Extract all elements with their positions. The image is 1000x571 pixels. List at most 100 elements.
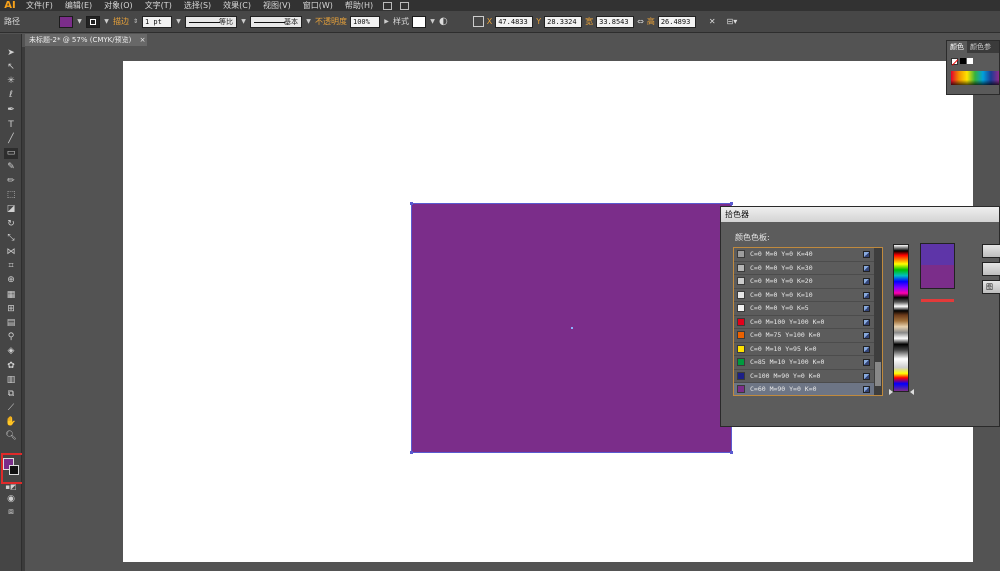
selection-tool-icon[interactable]: ➤ (4, 48, 18, 59)
y-field[interactable]: 28.3324 (544, 15, 583, 28)
eyedropper-tool-icon[interactable]: ⚲ (4, 332, 18, 343)
menu-help[interactable]: 帮助(H) (339, 0, 379, 11)
tab-color-guide[interactable]: 颜色参 (967, 41, 994, 53)
scrollbar-thumb[interactable] (875, 362, 881, 386)
swatch-row[interactable]: C=85 M=10 Y=100 K=0 (734, 356, 882, 370)
paintbrush-tool-icon[interactable]: ✎ (4, 162, 18, 173)
hand-tool-icon[interactable]: ✋ (4, 417, 18, 428)
chevron-down-icon[interactable]: ▼ (103, 18, 110, 25)
width-field[interactable]: 33.8543 (596, 15, 635, 28)
brush-select[interactable]: 基本 (250, 15, 302, 28)
rotate-tool-icon[interactable]: ↻ (4, 219, 18, 230)
menu-effect[interactable]: 效果(C) (217, 0, 257, 11)
stroke-swatch[interactable] (9, 465, 19, 475)
zoom-tool-icon[interactable]: 🔍︎ (4, 431, 18, 442)
eraser-tool-icon[interactable]: ◪ (4, 204, 18, 215)
dialog-title[interactable]: 拾色器 (721, 207, 999, 222)
color-mode-icon[interactable]: ▪◩ (4, 482, 18, 493)
transform-icon[interactable]: ✕ (709, 17, 716, 26)
height-field[interactable]: 26.4893 (657, 15, 696, 28)
menu-file[interactable]: 文件(F) (20, 0, 59, 11)
slice-tool-icon[interactable]: ⟋ (4, 403, 18, 414)
magic-wand-tool-icon[interactable]: ✳ (4, 76, 18, 87)
spectrum-marker-right[interactable] (910, 389, 914, 395)
width-tool-icon[interactable]: ⋈ (4, 247, 18, 258)
stroke-weight-field[interactable]: 1 pt (142, 15, 172, 28)
gradient-tool-icon[interactable]: ▤ (4, 318, 18, 329)
opacity-field[interactable]: 100% (350, 15, 380, 28)
swatch-row[interactable]: C=0 M=0 Y=0 K=20 (734, 275, 882, 289)
link-icon[interactable]: ⇔ (637, 17, 644, 26)
arrange-documents-icon[interactable] (400, 1, 410, 10)
swatch-list-scrollbar[interactable] (874, 248, 882, 395)
cancel-button[interactable] (982, 262, 1000, 276)
drawing-mode-icon[interactable]: ◉ (4, 494, 18, 505)
reference-point-icon[interactable] (472, 16, 484, 27)
none-swatch[interactable] (951, 58, 958, 65)
menu-object[interactable]: 对象(O) (98, 0, 139, 11)
bridge-icon[interactable] (383, 1, 393, 10)
chevron-down-icon[interactable]: ▼ (240, 18, 247, 25)
free-transform-tool-icon[interactable]: ⌗ (4, 261, 18, 272)
recolor-icon[interactable]: ◐ (439, 16, 448, 27)
perspective-grid-tool-icon[interactable]: ▦ (4, 290, 18, 301)
chevron-down-icon[interactable]: ▼ (429, 18, 436, 25)
spectrum-marker-left[interactable] (889, 389, 893, 395)
blob-brush-tool-icon[interactable]: ⬚ (4, 190, 18, 201)
chevron-down-icon[interactable]: ▶ (383, 18, 390, 25)
align-menu-icon[interactable]: ⊟▾ (727, 17, 738, 26)
pencil-tool-icon[interactable]: ✏ (4, 176, 18, 187)
white-swatch[interactable] (967, 58, 973, 64)
chevron-down-icon[interactable]: ▼ (175, 18, 182, 25)
blend-tool-icon[interactable]: ◈ (4, 346, 18, 357)
line-tool-icon[interactable]: ╱ (4, 134, 18, 145)
mesh-tool-icon[interactable]: ⊞ (4, 304, 18, 315)
stroke-profile-select[interactable]: 等比 (185, 15, 237, 28)
direct-selection-tool-icon[interactable]: ↖ (4, 62, 18, 73)
artboard-tool-icon[interactable]: ⧉ (4, 389, 18, 400)
swatch-row[interactable]: C=100 M=90 Y=0 K=0 (734, 370, 882, 383)
fill-color-swatch[interactable] (59, 15, 73, 28)
menu-select[interactable]: 选择(S) (178, 0, 217, 11)
shape-builder-tool-icon[interactable]: ⊕ (4, 275, 18, 286)
stroke-color-swatch[interactable] (86, 15, 100, 28)
tab-color[interactable]: 颜色 (947, 41, 967, 53)
chevron-down-icon[interactable]: ▼ (305, 18, 312, 25)
selected-rectangle[interactable] (410, 202, 733, 454)
swatch-row[interactable]: C=0 M=0 Y=0 K=10 (734, 289, 882, 302)
width-label[interactable]: 宽 (585, 16, 593, 27)
ok-button[interactable] (982, 244, 1000, 258)
menu-edit[interactable]: 编辑(E) (59, 0, 98, 11)
menu-view[interactable]: 视图(V) (257, 0, 297, 11)
color-swatches-button[interactable]: 图 (982, 280, 1000, 294)
swatch-row[interactable]: C=0 M=75 Y=100 K=0 (734, 329, 882, 343)
document-tab[interactable]: 未标题-2* @ 57% (CMYK/预览) × (25, 34, 147, 46)
selection-handle[interactable] (410, 451, 413, 454)
swatch-row[interactable]: C=0 M=0 Y=0 K=30 (734, 262, 882, 275)
symbol-sprayer-tool-icon[interactable]: ✿ (4, 361, 18, 372)
swatch-row[interactable]: C=0 M=0 Y=0 K=5 (734, 302, 882, 316)
rectangle-tool-icon[interactable]: ▭ (4, 148, 18, 159)
swatch-spectrum-bar[interactable] (893, 244, 909, 392)
y-label[interactable]: Y (536, 17, 541, 26)
stroke-label[interactable]: 描边 (113, 16, 129, 27)
height-label[interactable]: 高 (647, 16, 655, 27)
original-color-preview[interactable] (920, 265, 955, 289)
lasso-tool-icon[interactable]: ℓ (4, 90, 18, 101)
swatch-list[interactable]: C=0 M=0 Y=0 K=40 C=0 M=0 Y=0 K=30 C=0 M=0 … (733, 247, 883, 396)
x-label[interactable]: X (487, 17, 492, 26)
selection-handle[interactable] (410, 202, 413, 205)
color-spectrum[interactable] (951, 71, 999, 85)
selection-handle[interactable] (730, 451, 733, 454)
swatch-row[interactable]: C=0 M=100 Y=100 K=0 (734, 316, 882, 329)
type-tool-icon[interactable]: T (4, 120, 18, 131)
graphic-style-swatch[interactable] (412, 15, 426, 28)
close-icon[interactable]: × (140, 36, 146, 44)
stepper-icon[interactable]: ⇕ (132, 18, 139, 25)
menu-type[interactable]: 文字(T) (139, 0, 178, 11)
chevron-down-icon[interactable]: ▼ (76, 18, 83, 25)
swatch-row[interactable]: C=60 M=90 Y=0 K=0 (734, 383, 882, 395)
opacity-label[interactable]: 不透明度 (315, 16, 347, 27)
black-swatch[interactable] (960, 58, 966, 64)
x-field[interactable]: 47.4833 (495, 15, 534, 28)
